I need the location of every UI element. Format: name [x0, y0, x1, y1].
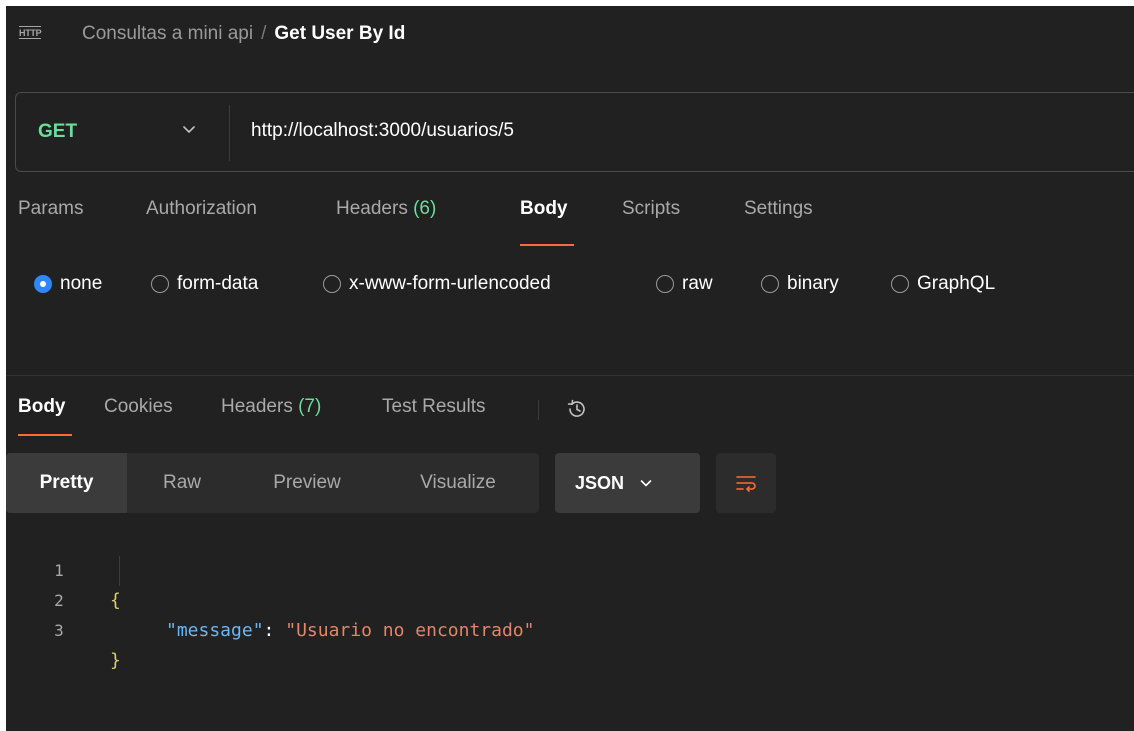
url-input[interactable]	[251, 117, 1051, 145]
tab-authorization[interactable]: Authorization	[146, 198, 257, 220]
tab-settings[interactable]: Settings	[744, 198, 813, 220]
radio-form-data[interactable]: form-data	[151, 271, 258, 297]
active-response-tab-underline	[18, 434, 72, 436]
view-visualize-button[interactable]: Visualize	[377, 453, 539, 513]
json-brace: }	[110, 650, 121, 671]
wrap-lines-icon	[736, 476, 756, 492]
pane-divider[interactable]	[6, 375, 1134, 376]
radio-x-www-form-urlencoded[interactable]: x-www-form-urlencoded	[323, 271, 551, 297]
breadcrumb-collection[interactable]: Consultas a mini api	[82, 23, 253, 44]
chevron-down-icon	[640, 480, 652, 487]
request-title[interactable]: Get User By Id	[274, 23, 405, 44]
history-icon[interactable]	[564, 396, 590, 422]
response-tabs: Body Cookies Headers (7) Test Results	[6, 396, 1134, 436]
tab-body[interactable]: Body	[520, 198, 568, 220]
indent-guide	[119, 556, 120, 586]
radio-unchecked-icon	[323, 275, 341, 293]
method-select[interactable]: GET	[38, 121, 77, 143]
view-preview-button[interactable]: Preview	[237, 453, 377, 513]
radio-raw[interactable]: raw	[656, 271, 713, 297]
format-select[interactable]: JSON	[555, 453, 700, 513]
json-entry: "message": "Usuario no encontrado"	[166, 616, 534, 646]
response-tab-body[interactable]: Body	[18, 396, 66, 418]
tab-params[interactable]: Params	[18, 198, 83, 220]
json-string-value: "Usuario no encontrado"	[285, 620, 535, 641]
url-bar: GET	[15, 92, 1134, 172]
breadcrumb-separator: /	[261, 23, 267, 44]
tab-separator	[538, 400, 539, 420]
url-divider	[229, 105, 230, 161]
json-key: "message"	[166, 620, 264, 641]
tab-scripts[interactable]: Scripts	[622, 198, 680, 220]
json-colon: :	[263, 620, 286, 641]
radio-unchecked-icon	[151, 275, 169, 293]
radio-binary[interactable]: binary	[761, 271, 839, 297]
view-mode-group: Pretty Raw Preview Visualize	[6, 453, 539, 513]
chevron-down-icon[interactable]	[179, 119, 199, 139]
tab-headers[interactable]: Headers (6)	[336, 198, 436, 220]
http-icon: HTTP	[19, 26, 42, 39]
code-line: 2 "message": "Usuario no encontrado"	[6, 556, 1134, 641]
line-number: 3	[54, 621, 64, 640]
active-tab-underline	[520, 244, 574, 246]
view-raw-button[interactable]: Raw	[127, 453, 237, 513]
radio-unchecked-icon	[656, 275, 674, 293]
radio-unchecked-icon	[761, 275, 779, 293]
code-line: 3 }	[6, 586, 1134, 671]
code-line: 1 {	[6, 526, 1134, 611]
radio-checked-icon	[34, 275, 52, 293]
breadcrumb: Consultas a mini api / Get User By Id	[82, 23, 405, 45]
request-tabs: Params Authorization Headers (6) Body Sc…	[6, 198, 1134, 248]
request-header: HTTP Consultas a mini api / Get User By Id	[6, 6, 1134, 66]
response-tab-headers[interactable]: Headers (7)	[221, 396, 321, 418]
body-type-options: none form-data x-www-form-urlencoded raw…	[6, 271, 1134, 301]
response-tab-test-results[interactable]: Test Results	[382, 396, 485, 418]
wrap-lines-button[interactable]	[716, 453, 776, 513]
response-tab-cookies[interactable]: Cookies	[104, 396, 173, 418]
view-pretty-button[interactable]: Pretty	[6, 453, 127, 513]
radio-graphql[interactable]: GraphQL	[891, 271, 995, 297]
app-window: HTTP Consultas a mini api / Get User By Id…	[6, 6, 1134, 731]
radio-none[interactable]: none	[34, 271, 102, 297]
radio-unchecked-icon	[891, 275, 909, 293]
